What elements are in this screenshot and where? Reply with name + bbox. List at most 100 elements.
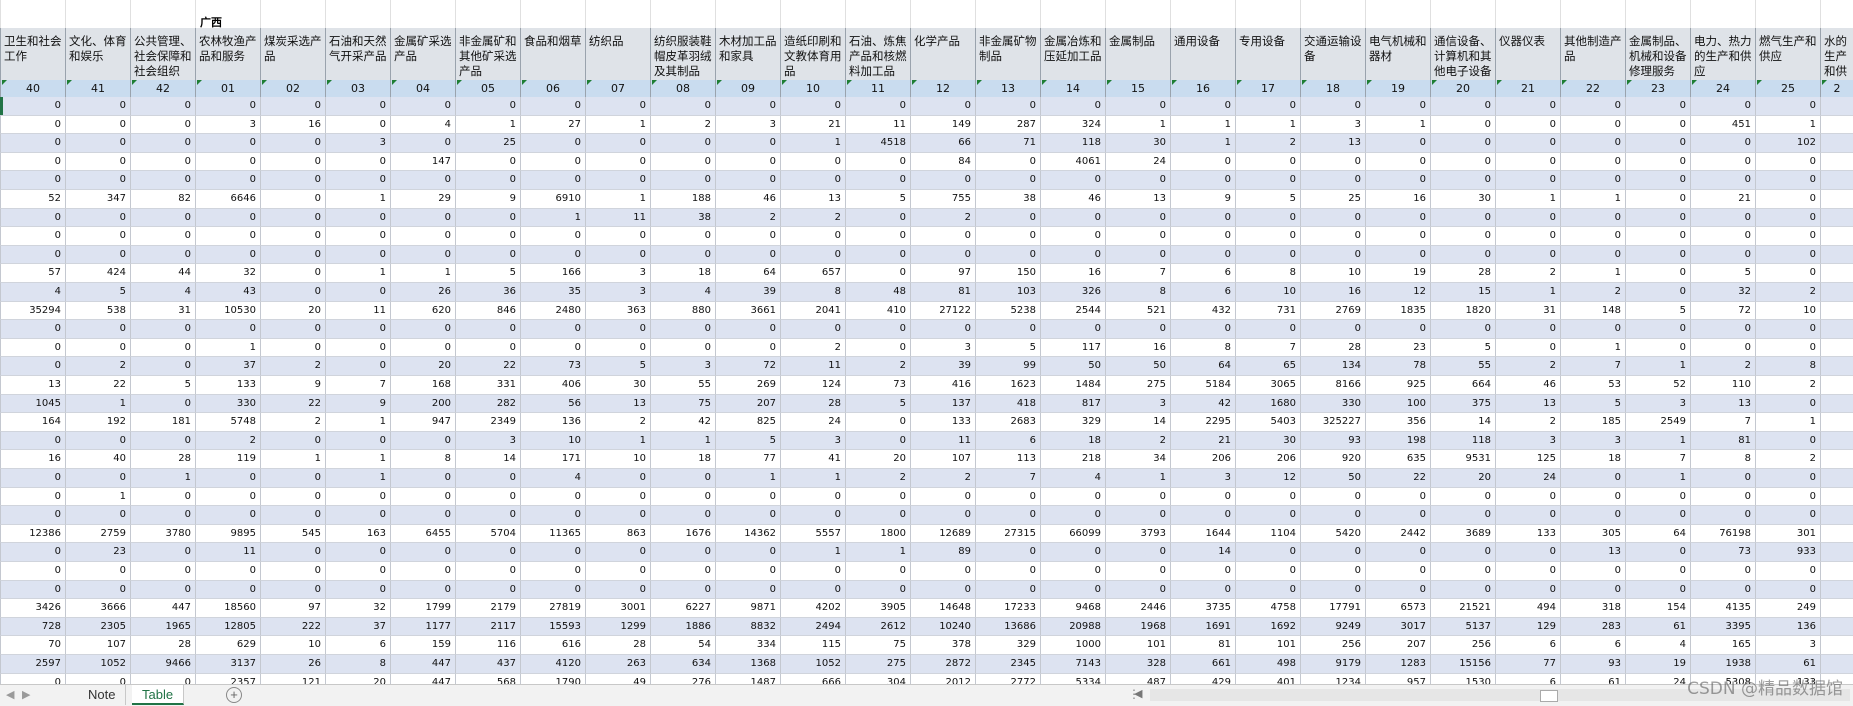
column-header-code[interactable]: 10 xyxy=(780,80,845,97)
table-cell[interactable]: 37 xyxy=(325,617,390,637)
column-header-name[interactable]: 文化、体育和娱乐 xyxy=(65,28,130,80)
table-cell[interactable]: 0 xyxy=(130,506,195,525)
table-cell[interactable]: 0 xyxy=(1755,97,1820,116)
table-cell[interactable]: 64 xyxy=(715,264,780,283)
table-cell[interactable]: 44 xyxy=(130,264,195,283)
table-cell[interactable]: 416 xyxy=(910,376,975,395)
table-cell[interactable]: 0 xyxy=(1300,580,1365,600)
table-cell[interactable]: 0 xyxy=(715,562,780,581)
table-cell[interactable]: 46 xyxy=(1040,190,1105,209)
table-cell[interactable]: 137 xyxy=(910,394,975,414)
table-cell[interactable]: 18 xyxy=(1040,431,1105,451)
table-cell[interactable]: 0 xyxy=(1105,171,1170,190)
column-header-name[interactable]: 造纸印刷和文教体育用品 xyxy=(780,28,845,80)
table-cell[interactable]: 0 xyxy=(1365,562,1430,581)
table-cell[interactable]: 72 xyxy=(1690,301,1755,321)
table-cell[interactable]: 1 xyxy=(1625,431,1690,451)
table-cell[interactable]: 1 xyxy=(65,487,130,507)
table-cell[interactable]: 166 xyxy=(520,264,585,283)
table-cell[interactable]: 0 xyxy=(1040,320,1105,339)
table-cell[interactable]: 3 xyxy=(910,338,975,358)
table-cell[interactable]: 116 xyxy=(455,636,520,655)
table-cell[interactable]: 0 xyxy=(455,469,520,488)
table-cell[interactable]: 9249 xyxy=(1300,617,1365,637)
table-cell[interactable] xyxy=(1820,227,1853,246)
table-cell[interactable]: 1886 xyxy=(650,617,715,637)
table-cell[interactable]: 10 xyxy=(260,636,325,655)
table-cell[interactable]: 0 xyxy=(910,227,975,246)
table-cell[interactable]: 1835 xyxy=(1365,301,1430,321)
table-cell[interactable]: 0 xyxy=(0,543,65,562)
table-cell[interactable]: 42 xyxy=(650,413,715,432)
table-cell[interactable]: 0 xyxy=(585,320,650,339)
table-cell[interactable]: 0 xyxy=(130,431,195,451)
table-cell[interactable]: 2012 xyxy=(910,673,975,684)
table-cell[interactable]: 0 xyxy=(390,506,455,525)
table-cell[interactable]: 1 xyxy=(260,450,325,469)
table-cell[interactable]: 0 xyxy=(715,320,780,339)
table-cell[interactable]: 9 xyxy=(260,376,325,395)
table-cell[interactable]: 75 xyxy=(650,394,715,414)
table-cell[interactable]: 20 xyxy=(325,673,390,684)
table-cell[interactable]: 78 xyxy=(1365,357,1430,376)
table-cell[interactable]: 0 xyxy=(1560,152,1625,172)
table-cell[interactable]: 0 xyxy=(715,338,780,358)
column-header-name[interactable]: 纺织服装鞋帽皮革羽绒及其制品 xyxy=(650,28,715,80)
table-cell[interactable]: 0 xyxy=(1170,506,1235,525)
table-cell[interactable]: 0 xyxy=(975,580,1040,600)
table-cell[interactable]: 8 xyxy=(1170,338,1235,358)
table-cell[interactable]: 27 xyxy=(520,115,585,135)
table-cell[interactable]: 3017 xyxy=(1365,617,1430,637)
table-cell[interactable]: 40 xyxy=(65,450,130,469)
table-cell[interactable]: 0 xyxy=(1235,543,1300,562)
table-cell[interactable]: 0 xyxy=(325,580,390,600)
table-cell[interactable]: 305 xyxy=(1560,524,1625,544)
table-cell[interactable]: 2 xyxy=(780,208,845,228)
table-cell[interactable]: 0 xyxy=(195,506,260,525)
table-cell[interactable]: 5238 xyxy=(975,301,1040,321)
table-cell[interactable]: 7 xyxy=(1560,357,1625,376)
table-cell[interactable]: 3689 xyxy=(1430,524,1495,544)
table-cell[interactable]: 18 xyxy=(650,264,715,283)
table-cell[interactable]: 0 xyxy=(390,469,455,488)
table-cell[interactable]: 1530 xyxy=(1430,673,1495,684)
table-cell[interactable]: 0 xyxy=(195,208,260,228)
table-cell[interactable]: 25 xyxy=(455,134,520,153)
table-cell[interactable]: 2 xyxy=(780,338,845,358)
table-cell[interactable]: 29 xyxy=(390,190,455,209)
table-cell[interactable]: 115 xyxy=(780,636,845,655)
table-cell[interactable]: 0 xyxy=(1235,227,1300,246)
table-cell[interactable]: 275 xyxy=(1105,376,1170,395)
table-cell[interactable]: 2480 xyxy=(520,301,585,321)
table-cell[interactable]: 2759 xyxy=(65,524,130,544)
table-cell[interactable]: 192 xyxy=(65,413,130,432)
table-cell[interactable]: 1 xyxy=(1560,190,1625,209)
column-header-name[interactable]: 石油、炼焦产品和核燃料加工品 xyxy=(845,28,910,80)
table-cell[interactable]: 0 xyxy=(260,469,325,488)
table-cell[interactable]: 57 xyxy=(0,264,65,283)
column-header-code[interactable]: 15 xyxy=(1105,80,1170,97)
table-cell[interactable]: 107 xyxy=(910,450,975,469)
table-cell[interactable]: 1 xyxy=(1235,115,1300,135)
table-cell[interactable]: 0 xyxy=(1235,506,1300,525)
table-cell[interactable]: 22 xyxy=(1365,469,1430,488)
table-cell[interactable]: 2549 xyxy=(1625,413,1690,432)
table-cell[interactable]: 0 xyxy=(1625,338,1690,358)
table-cell[interactable]: 136 xyxy=(1755,617,1820,637)
table-cell[interactable]: 1938 xyxy=(1690,655,1755,674)
table-cell[interactable]: 0 xyxy=(910,506,975,525)
table-cell[interactable]: 39 xyxy=(715,283,780,302)
column-header-name[interactable]: 石油和天然气开采产品 xyxy=(325,28,390,80)
table-cell[interactable]: 329 xyxy=(1040,413,1105,432)
table-cell[interactable]: 27315 xyxy=(975,524,1040,544)
table-cell[interactable]: 3793 xyxy=(1105,524,1170,544)
table-cell[interactable]: 1968 xyxy=(1105,617,1170,637)
table-cell[interactable]: 50 xyxy=(1105,357,1170,376)
table-cell[interactable]: 206 xyxy=(1235,450,1300,469)
table-cell[interactable]: 9468 xyxy=(1040,599,1105,618)
table-cell[interactable]: 0 xyxy=(520,506,585,525)
table-cell[interactable]: 0 xyxy=(0,134,65,153)
table-cell[interactable]: 5748 xyxy=(195,413,260,432)
table-cell[interactable]: 0 xyxy=(455,338,520,358)
column-header-name[interactable]: 金属矿采选产品 xyxy=(390,28,455,80)
